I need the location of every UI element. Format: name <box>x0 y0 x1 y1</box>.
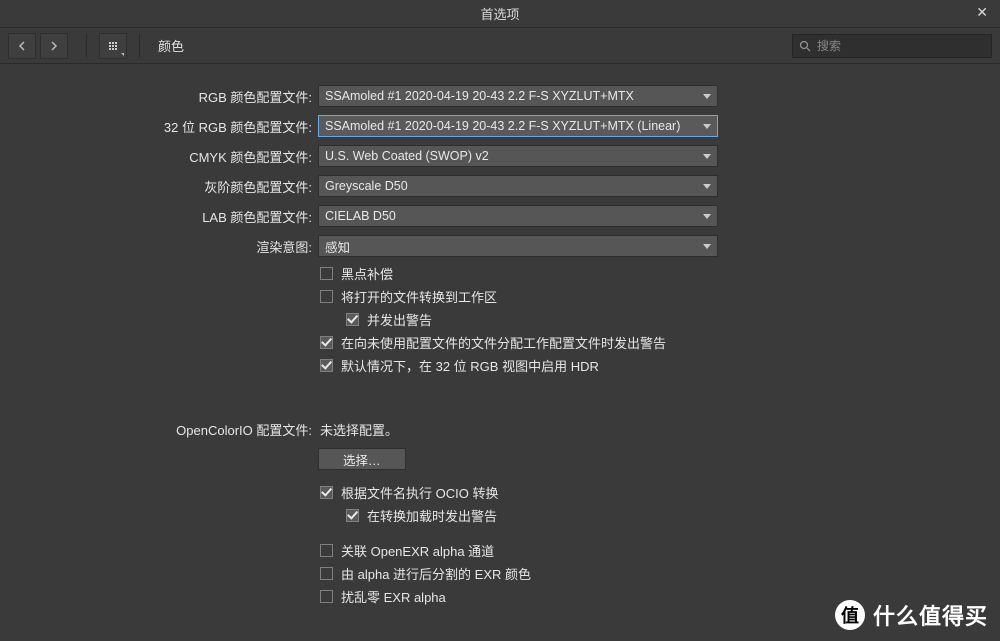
watermark-text: 什么值得买 <box>873 599 988 631</box>
ocio-select-button[interactable]: 选择… <box>318 448 406 470</box>
close-icon[interactable]: ✕ <box>972 4 992 21</box>
rgb-profile-dropdown[interactable]: SSAmoled #1 2020-04-19 20-43 2.2 F-S XYZ… <box>318 85 718 107</box>
exr-split-checkbox[interactable] <box>320 567 333 580</box>
assign-warn-label: 在向未使用配置文件的文件分配工作配置文件时发出警告 <box>341 333 666 352</box>
ocio-filename-label: 根据文件名执行 OCIO 转换 <box>341 483 498 502</box>
content-area: RGB 颜色配置文件: SSAmoled #1 2020-04-19 20-43… <box>0 64 1000 641</box>
cmyk-profile-dropdown[interactable]: U.S. Web Coated (SWOP) v2 <box>318 145 718 167</box>
search-input[interactable] <box>817 39 985 53</box>
convert-warn-checkbox[interactable] <box>346 313 359 326</box>
ocio-label: OpenColorIO 配置文件: <box>0 420 318 439</box>
ocio-filename-checkbox[interactable] <box>320 486 333 499</box>
nav-group <box>8 33 68 59</box>
chevron-down-icon <box>703 154 711 159</box>
lab-label: LAB 颜色配置文件: <box>0 207 318 226</box>
chevron-down-icon <box>703 94 711 99</box>
watermark: 值 什么值得买 <box>835 599 988 631</box>
search-icon <box>799 40 811 52</box>
view-grid-button[interactable] <box>99 33 127 59</box>
titlebar: 首选项 ✕ <box>0 0 1000 28</box>
cmyk-label: CMYK 颜色配置文件: <box>0 147 318 166</box>
convert-open-label: 将打开的文件转换到工作区 <box>341 287 497 306</box>
chevron-down-icon <box>703 244 711 249</box>
grey-label: 灰阶颜色配置文件: <box>0 177 318 196</box>
hdr-default-label: 默认情况下，在 32 位 RGB 视图中启用 HDR <box>341 356 599 375</box>
breadcrumb: 颜色 <box>152 36 184 55</box>
convert-open-checkbox[interactable] <box>320 290 333 303</box>
grid-icon <box>109 42 117 50</box>
divider <box>139 34 140 58</box>
dropdown-value: Greyscale D50 <box>325 179 697 193</box>
window-title: 首选项 <box>480 4 519 23</box>
search-box[interactable] <box>792 34 992 58</box>
ocio-value: 未选择配置。 <box>318 420 398 439</box>
back-button[interactable] <box>8 33 36 59</box>
exr-dither-checkbox[interactable] <box>320 590 333 603</box>
blackpoint-label: 黑点补偿 <box>341 264 393 283</box>
exr-dither-label: 扰乱零 EXR alpha <box>341 587 446 606</box>
lab-profile-dropdown[interactable]: CIELAB D50 <box>318 205 718 227</box>
hdr-default-checkbox[interactable] <box>320 359 333 372</box>
chevron-down-icon <box>703 214 711 219</box>
render-intent-dropdown[interactable]: 感知 <box>318 235 718 257</box>
blackpoint-checkbox[interactable] <box>320 267 333 280</box>
dropdown-value: 感知 <box>325 237 697 256</box>
intent-label: 渲染意图: <box>0 237 318 256</box>
assign-warn-checkbox[interactable] <box>320 336 333 349</box>
chevron-down-icon <box>703 124 711 129</box>
dropdown-value: SSAmoled #1 2020-04-19 20-43 2.2 F-S XYZ… <box>325 89 697 103</box>
convert-warn-label: 并发出警告 <box>367 310 432 329</box>
rgb32-profile-dropdown[interactable]: SSAmoled #1 2020-04-19 20-43 2.2 F-S XYZ… <box>318 115 718 137</box>
chevron-down-icon <box>121 53 124 56</box>
dropdown-value: U.S. Web Coated (SWOP) v2 <box>325 149 697 163</box>
rgb-label: RGB 颜色配置文件: <box>0 87 318 106</box>
dropdown-value: CIELAB D50 <box>325 209 697 223</box>
toolbar: 颜色 <box>0 28 1000 64</box>
chevron-down-icon <box>703 184 711 189</box>
exr-split-label: 由 alpha 进行后分割的 EXR 颜色 <box>341 564 531 583</box>
exr-alpha-checkbox[interactable] <box>320 544 333 557</box>
grey-profile-dropdown[interactable]: Greyscale D50 <box>318 175 718 197</box>
ocio-warn-load-checkbox[interactable] <box>346 509 359 522</box>
dropdown-value: SSAmoled #1 2020-04-19 20-43 2.2 F-S XYZ… <box>325 119 697 133</box>
divider <box>86 34 87 58</box>
exr-alpha-label: 关联 OpenEXR alpha 通道 <box>341 541 494 560</box>
rgb32-label: 32 位 RGB 颜色配置文件: <box>0 117 318 136</box>
forward-button[interactable] <box>40 33 68 59</box>
ocio-warn-load-label: 在转换加载时发出警告 <box>367 506 497 525</box>
watermark-badge: 值 <box>835 600 865 630</box>
